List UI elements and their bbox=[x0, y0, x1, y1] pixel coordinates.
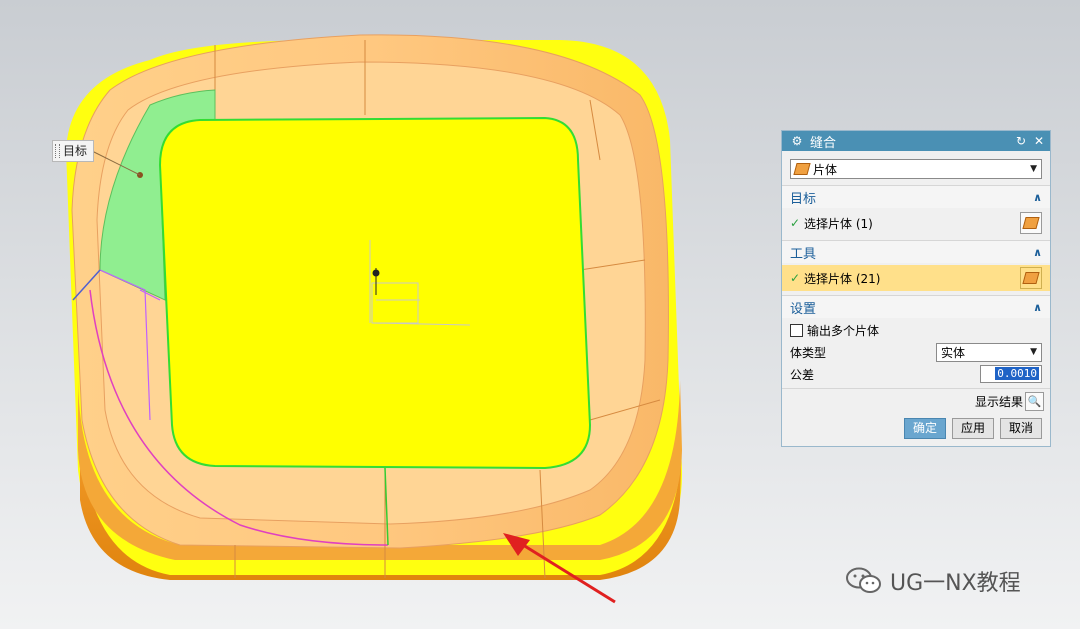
tolerance-label: 公差 bbox=[790, 367, 815, 382]
dialog-title: 缝合 bbox=[810, 135, 837, 151]
show-result-row: 显示结果 🔍 bbox=[782, 388, 1050, 413]
sheet-body-icon bbox=[1022, 217, 1040, 229]
type-value: 片体 bbox=[813, 162, 838, 177]
body-type-label: 体类型 bbox=[790, 345, 827, 360]
target-label-tag: 目标 bbox=[52, 140, 95, 162]
target-select-label: 选择片体 (1) bbox=[804, 216, 873, 231]
tool-select-row[interactable]: ✓ 选择片体 (21) bbox=[782, 265, 1050, 291]
target-select-row[interactable]: ✓ 选择片体 (1) bbox=[782, 210, 1050, 236]
tool-section-title: 工具 bbox=[790, 246, 817, 262]
multi-output-row[interactable]: 输出多个片体 bbox=[782, 320, 1050, 340]
target-label-text: 目标 bbox=[63, 144, 88, 158]
grip-icon bbox=[55, 144, 60, 158]
show-result-button[interactable]: 🔍 bbox=[1025, 391, 1044, 411]
target-section-header[interactable]: 目标 ∧ bbox=[782, 185, 1050, 208]
body-type-value: 实体 bbox=[941, 345, 966, 360]
select-sheet-button[interactable] bbox=[1020, 212, 1042, 234]
multi-output-label: 输出多个片体 bbox=[807, 323, 880, 338]
collapse-caret-icon[interactable]: ∧ bbox=[1033, 301, 1042, 314]
dialog-buttons: 确定 应用 取消 bbox=[782, 418, 1050, 439]
multi-output-checkbox[interactable] bbox=[790, 323, 803, 337]
tolerance-input[interactable]: 0.0010 bbox=[980, 365, 1042, 383]
chevron-down-icon: ▼ bbox=[1030, 164, 1037, 174]
magnifier-icon: 🔍 bbox=[1027, 394, 1042, 408]
wechat-icon bbox=[846, 567, 882, 595]
apply-button[interactable]: 应用 bbox=[951, 418, 994, 439]
body-type-row: 体类型 实体 ▼ bbox=[782, 342, 1050, 362]
show-result-label: 显示结果 bbox=[974, 394, 1023, 409]
settings-section-title: 设置 bbox=[790, 301, 817, 317]
tolerance-row: 公差 0.0010 bbox=[782, 364, 1050, 384]
select-sheet-button[interactable] bbox=[1020, 267, 1042, 289]
body-type-select[interactable]: 实体 ▼ bbox=[936, 342, 1042, 362]
sheet-body-icon bbox=[1022, 272, 1040, 284]
check-icon: ✓ bbox=[790, 216, 801, 230]
close-icon[interactable]: ✕ bbox=[1032, 134, 1046, 148]
dialog-titlebar[interactable]: ⚙ 缝合 ↻ ✕ bbox=[782, 131, 1050, 151]
collapse-caret-icon[interactable]: ∧ bbox=[1033, 191, 1042, 204]
tolerance-value: 0.0010 bbox=[995, 367, 1039, 380]
collapse-caret-icon[interactable]: ∧ bbox=[1033, 246, 1042, 259]
check-icon: ✓ bbox=[790, 271, 801, 285]
tool-select-label: 选择片体 (21) bbox=[804, 271, 881, 286]
chevron-down-icon: ▼ bbox=[1030, 347, 1037, 357]
gear-icon: ⚙ bbox=[791, 134, 803, 148]
sheet-body-icon bbox=[793, 163, 811, 175]
cancel-button[interactable]: 取消 bbox=[999, 418, 1042, 439]
watermark: UG一NX教程 bbox=[846, 565, 1021, 597]
type-dropdown[interactable]: 片体 ▼ bbox=[790, 159, 1042, 179]
reset-icon[interactable]: ↻ bbox=[1014, 134, 1028, 148]
target-section-title: 目标 bbox=[790, 191, 817, 207]
settings-section-header[interactable]: 设置 ∧ bbox=[782, 295, 1050, 318]
watermark-text: UG一NX教程 bbox=[890, 571, 1021, 596]
inner-top-face[interactable] bbox=[158, 116, 592, 470]
sew-dialog[interactable]: ⚙ 缝合 ↻ ✕ 片体 ▼ 目标 ∧ ✓ 选择片体 (1) 工具 ∧ ✓ 选择片… bbox=[781, 130, 1051, 447]
tool-section-header[interactable]: 工具 ∧ bbox=[782, 240, 1050, 263]
ok-button[interactable]: 确定 bbox=[903, 418, 946, 439]
